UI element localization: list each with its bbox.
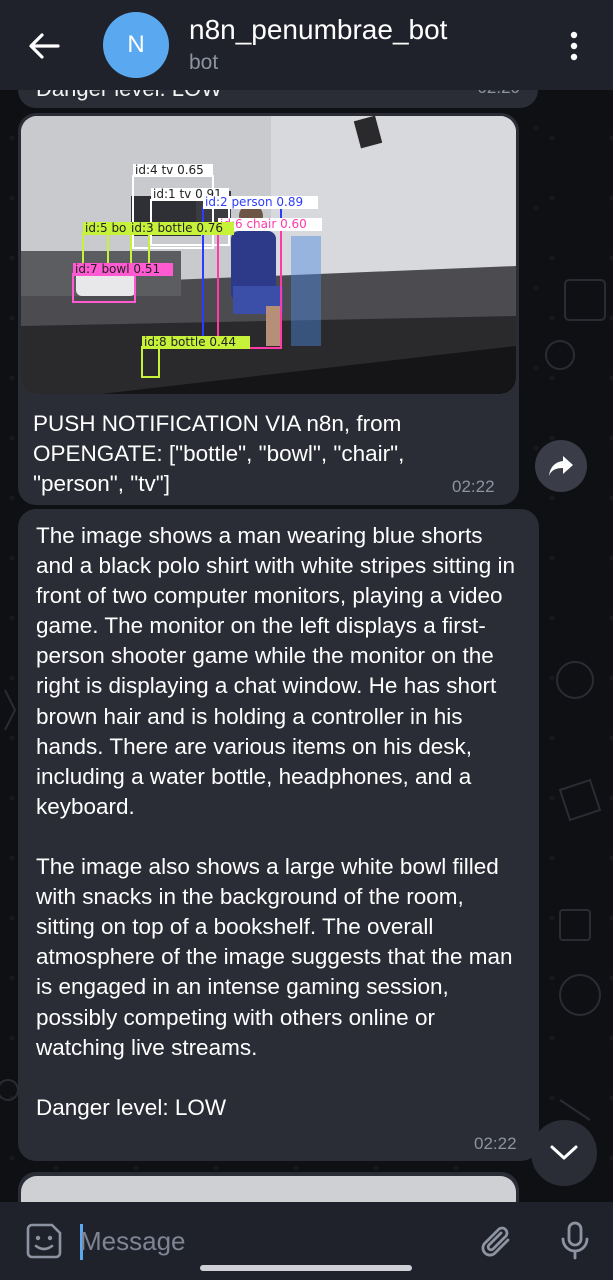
detection-label-bottle-3: id:3 bottle 0.76	[131, 221, 223, 235]
detection-label-bowl: id:7 bowl 0.51	[75, 262, 160, 276]
text-message-time: 02:22	[474, 1134, 517, 1153]
forward-icon	[549, 456, 573, 476]
scroll-down-button[interactable]	[531, 1120, 597, 1186]
microphone-icon	[561, 1221, 589, 1260]
sticker-emoji-icon	[26, 1223, 62, 1259]
attach-button[interactable]	[478, 1222, 516, 1262]
chat-header: N n8n_penumbrae_bot bot	[0, 0, 613, 90]
more-menu-button[interactable]	[562, 28, 586, 64]
microphone-button[interactable]	[558, 1220, 592, 1262]
avatar[interactable]: N	[103, 12, 169, 78]
arrow-left-icon	[29, 33, 60, 59]
detection-label-bottle-8: id:8 bottle 0.44	[144, 335, 236, 349]
message-input[interactable]	[80, 1220, 460, 1262]
chat-subtitle: bot	[189, 51, 219, 74]
avatar-letter: N	[127, 31, 145, 58]
detection-label-bottle-5: id:5 bo	[85, 221, 126, 235]
emoji-button[interactable]	[24, 1221, 64, 1261]
detection-label-tv-4: id:4 tv 0.65	[135, 163, 204, 177]
chat-title[interactable]: n8n_penumbrae_bot	[189, 14, 447, 46]
text-message-body: The image shows a man wearing blue short…	[36, 523, 515, 1120]
detection-overlay: id:4 tv 0.65 id:1 tv 0.91 id:2 person 0.…	[72, 163, 322, 378]
back-button[interactable]	[24, 26, 64, 66]
paperclip-icon	[481, 1226, 510, 1257]
forward-button[interactable]	[535, 440, 587, 492]
chevron-down-icon	[550, 1145, 578, 1160]
detection-photo[interactable]: id:4 tv 0.65 id:1 tv 0.91 id:2 person 0.…	[21, 116, 516, 394]
photo-caption: PUSH NOTIFICATION VIA n8n, from OPENGATE…	[33, 411, 405, 496]
home-indicator	[200, 1265, 412, 1271]
more-vertical-icon	[570, 31, 578, 61]
detection-label-person: id:2 person 0.89	[205, 195, 303, 209]
photo-message-bubble[interactable]: id:4 tv 0.65 id:1 tv 0.91 id:2 person 0.…	[18, 113, 519, 505]
photo-message-time: 02:22	[452, 477, 495, 496]
text-message-bubble[interactable]: The image shows a man wearing blue short…	[18, 509, 539, 1161]
